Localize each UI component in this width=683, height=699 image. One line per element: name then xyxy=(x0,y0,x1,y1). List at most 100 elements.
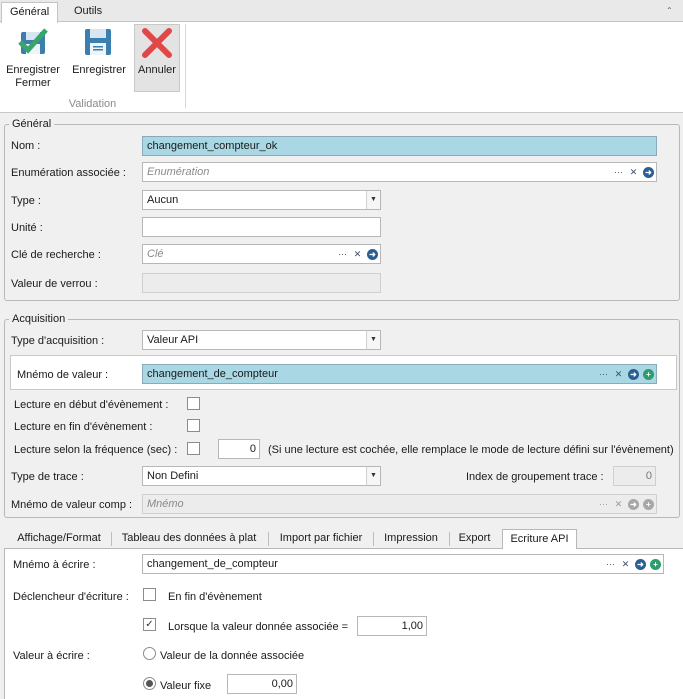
mnemo-ecrire-value: changement_de_compteur xyxy=(147,558,278,570)
save-close-icon xyxy=(17,26,49,58)
tab-affichage[interactable]: Affichage/Format xyxy=(8,529,110,549)
unite-field[interactable] xyxy=(142,217,381,237)
fin-evenement-checkbox[interactable] xyxy=(143,588,156,601)
lorsque-checkbox[interactable]: ✓ xyxy=(143,618,156,631)
save-label: Enregistrer xyxy=(72,64,126,76)
radio-valeur-donnee-label: Valeur de la donnée associée xyxy=(160,650,305,662)
ribbon-group-divider xyxy=(185,24,186,108)
ribbon-tab-general[interactable]: Général xyxy=(1,2,59,23)
mnemo-comp-field: Mnémo ··· ✕ ➜ + xyxy=(142,494,657,514)
acq-type-label: Type d'acquisition : xyxy=(11,335,105,347)
ellipsis-icon: ··· xyxy=(599,498,608,509)
clear-icon[interactable]: ✕ xyxy=(613,369,624,380)
enum-actions: ··· ✕ ➜ xyxy=(613,165,654,179)
mnemo-ecrire-field[interactable]: changement_de_compteur ··· ✕ ➜ + xyxy=(142,554,664,574)
acq-type-select[interactable]: Valeur API ▼ xyxy=(142,330,381,350)
go-arrow-icon: ➜ xyxy=(628,498,639,510)
chevron-down-icon[interactable]: ▼ xyxy=(366,467,380,485)
valeur-fixe-field[interactable]: 0,00 xyxy=(227,674,297,694)
ellipsis-icon[interactable]: ··· xyxy=(337,249,348,260)
index-label: Index de groupement trace : xyxy=(466,471,604,483)
mnemo-comp-actions: ··· ✕ ➜ + xyxy=(598,497,654,511)
lecture-note: (Si une lecture est cochée, elle remplac… xyxy=(268,444,674,456)
valeur-ecrire-label: Valeur à écrire : xyxy=(13,650,90,662)
lecture-debut-label: Lecture en début d'évènement : xyxy=(14,399,169,411)
tab-impression[interactable]: Impression xyxy=(374,529,448,549)
tab-ecriture-api[interactable]: Ecriture API xyxy=(502,529,577,550)
save-button[interactable]: Enregistrer xyxy=(68,24,130,92)
lorsque-value-field[interactable]: 1,00 xyxy=(357,616,427,636)
trace-select[interactable]: Non Defini ▼ xyxy=(142,466,381,486)
lecture-fin-checkbox[interactable] xyxy=(187,419,200,432)
ellipsis-icon[interactable]: ··· xyxy=(598,369,609,380)
unite-label: Unité : xyxy=(11,222,43,234)
save-close-label: Enregistrer Fermer xyxy=(6,64,60,89)
tab-import[interactable]: Import par fichier xyxy=(269,529,373,549)
enum-label: Enumération associée : xyxy=(11,167,126,179)
lecture-freq-label: Lecture selon la fréquence (sec) : xyxy=(14,444,178,456)
add-icon[interactable]: + xyxy=(643,368,654,380)
tab-tableau[interactable]: Tableau des données à plat xyxy=(112,529,266,549)
nom-field[interactable]: changement_compteur_ok xyxy=(142,136,657,156)
acq-type-value: Valeur API xyxy=(147,334,199,346)
acquisition-legend: Acquisition xyxy=(9,313,69,326)
ribbon-group-label: Validation xyxy=(68,98,117,110)
mnemo-valeur-field[interactable]: changement_de_compteur ··· ✕ ➜ + xyxy=(142,364,657,384)
lecture-freq-checkbox[interactable] xyxy=(187,442,200,455)
go-arrow-icon[interactable]: ➜ xyxy=(367,248,378,260)
nom-label: Nom : xyxy=(11,140,41,152)
trace-value: Non Defini xyxy=(147,470,199,482)
trace-label: Type de trace : xyxy=(11,471,84,483)
lorsque-label: Lorsque la valeur donnée associée = xyxy=(168,621,349,633)
cle-placeholder: Clé xyxy=(147,248,164,260)
chevron-down-icon[interactable]: ▼ xyxy=(366,331,380,349)
ellipsis-icon[interactable]: ··· xyxy=(613,167,624,178)
add-icon[interactable]: + xyxy=(650,558,661,570)
add-icon: + xyxy=(643,498,654,510)
type-select[interactable]: Aucun ▼ xyxy=(142,190,381,210)
fin-evenement-label: En fin d'évènement xyxy=(168,591,262,603)
lecture-freq-input[interactable]: 0 xyxy=(218,439,260,459)
floppy-disk-icon xyxy=(82,26,114,58)
save-close-button[interactable]: Enregistrer Fermer xyxy=(3,24,63,92)
radio-valeur-fixe[interactable] xyxy=(143,677,156,690)
clear-icon: ✕ xyxy=(614,498,623,509)
tab-export[interactable]: Export xyxy=(450,529,499,549)
declencheur-label: Déclencheur d'écriture : xyxy=(13,591,129,603)
mnemo-ecrire-label: Mnémo à écrire : xyxy=(13,559,96,571)
enum-placeholder: Enumération xyxy=(147,166,210,178)
cancel-button[interactable]: Annuler xyxy=(134,24,180,92)
cle-field[interactable]: Clé ··· ✕ ➜ xyxy=(142,244,381,264)
index-field: 0 xyxy=(613,466,656,486)
mnemo-valeur-actions: ··· ✕ ➜ + xyxy=(598,367,654,381)
mnemo-comp-placeholder: Mnémo xyxy=(147,498,184,510)
mnemo-ecrire-actions: ··· ✕ ➜ + xyxy=(605,557,661,571)
type-label: Type : xyxy=(11,195,41,207)
type-value: Aucun xyxy=(147,194,179,206)
enum-field[interactable]: Enumération ··· ✕ ➜ xyxy=(142,162,657,182)
radio-valeur-donnee[interactable] xyxy=(143,647,156,660)
verrou-field xyxy=(142,273,381,293)
lecture-fin-label: Lecture en fin d'évènement : xyxy=(14,421,153,433)
go-arrow-icon[interactable]: ➜ xyxy=(628,368,639,380)
mnemo-valeur-label: Mnémo de valeur : xyxy=(17,369,109,381)
cancel-label: Annuler xyxy=(138,64,176,76)
go-arrow-icon[interactable]: ➜ xyxy=(635,558,646,570)
ribbon-tab-outils[interactable]: Outils xyxy=(66,2,110,22)
cle-label: Clé de recherche : xyxy=(11,249,101,261)
clear-icon[interactable]: ✕ xyxy=(352,249,363,260)
lecture-debut-checkbox[interactable] xyxy=(187,397,200,410)
ribbon: Général Outils ⌃ Enregistrer Fermer Enre… xyxy=(0,0,683,113)
ribbon-scroll-icon[interactable]: ⌃ xyxy=(666,6,676,16)
ellipsis-icon[interactable]: ··· xyxy=(605,559,616,570)
mnemo-valeur-value: changement_de_compteur xyxy=(147,368,278,380)
mnemo-comp-label: Mnémo de valeur comp : xyxy=(11,499,133,511)
clear-icon[interactable]: ✕ xyxy=(620,559,631,570)
chevron-down-icon[interactable]: ▼ xyxy=(366,191,380,209)
clear-icon[interactable]: ✕ xyxy=(628,167,639,178)
go-arrow-icon[interactable]: ➜ xyxy=(643,166,654,178)
cle-actions: ··· ✕ ➜ xyxy=(337,247,378,261)
verrou-label: Valeur de verrou : xyxy=(11,278,98,290)
radio-valeur-fixe-label: Valeur fixe xyxy=(160,680,212,692)
general-legend: Général xyxy=(9,118,55,131)
